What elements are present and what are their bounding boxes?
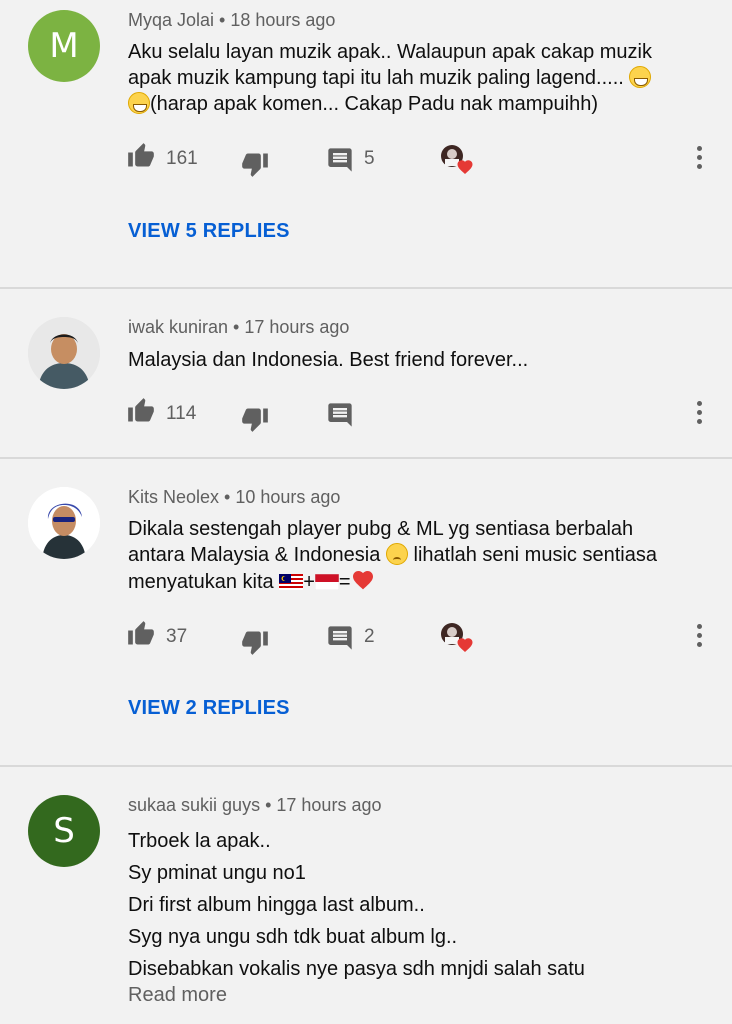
comment-line-wrap: apak muzik kampung tapi itu lah muzik pa…: [128, 65, 708, 91]
comment-line: menyatukan kita: [128, 571, 274, 593]
grinning-face-icon: [128, 92, 150, 114]
avatar[interactable]: S: [28, 795, 100, 867]
more-vert-icon[interactable]: [690, 624, 710, 650]
avatar[interactable]: M: [28, 10, 100, 82]
comment-text: Dikala sestengah player pubg & ML yg sen…: [128, 516, 708, 595]
comment-line: Dikala sestengah player pubg & ML yg sen…: [128, 518, 634, 540]
meta-separator: •: [228, 317, 245, 337]
meta-separator: •: [260, 795, 277, 815]
comment-line-wrap: (harap apak komen... Cakap Padu nak mamp…: [128, 91, 708, 117]
avatar-letter: S: [53, 811, 75, 851]
comment-text: Aku selalu layan muzik apak.. Walaupun a…: [128, 39, 708, 117]
reply-count: 5: [364, 148, 375, 169]
avatar[interactable]: [28, 317, 100, 389]
author-name[interactable]: Kits Neolex: [128, 487, 219, 507]
thumb-down-icon[interactable]: [241, 150, 269, 178]
comment-line: lihatlah seni music sentiasa: [413, 544, 657, 566]
meta-separator: •: [219, 487, 236, 507]
comment-icon[interactable]: [326, 146, 354, 174]
comment-meta: Kits Neolex • 10 hours ago: [128, 487, 340, 508]
malaysia-flag-icon: [279, 574, 304, 590]
comment-icon[interactable]: [326, 624, 354, 652]
comment-line: Aku selalu layan muzik apak.. Walaupun a…: [128, 41, 652, 63]
comment-line: Malaysia dan Indonesia. Best friend fore…: [128, 349, 529, 371]
comment-line: (harap apak komen... Cakap Padu nak mamp…: [150, 93, 599, 115]
comment-line: Disebabkan vokalis nye pasya sdh mnjdi s…: [128, 958, 585, 980]
like-count: 161: [166, 148, 198, 169]
author-name[interactable]: iwak kuniran: [128, 317, 228, 337]
comment-line-wrap: menyatukan kita + =: [128, 568, 708, 595]
grinning-face-icon: [629, 66, 652, 88]
comment-item: M Myqa Jolai • 18 hours ago Aku selalu l…: [0, 0, 732, 288]
more-vert-icon[interactable]: [690, 401, 710, 427]
red-heart-icon: [351, 568, 375, 592]
read-more-button[interactable]: Read more: [128, 984, 227, 1007]
like-count: 114: [166, 403, 197, 424]
view-replies-button[interactable]: VIEW 2 REPLIES: [128, 697, 290, 720]
comment-text: Trboek la apak.. Sy pminat ungu no1 Dri …: [128, 825, 708, 985]
author-name[interactable]: Myqa Jolai: [128, 10, 214, 30]
comment-icon[interactable]: [326, 401, 354, 429]
comment-item: S sukaa sukii guys • 17 hours ago Trboek…: [0, 767, 732, 1024]
equals-sign: =: [338, 571, 351, 593]
meta-separator: •: [214, 10, 231, 30]
view-replies-button[interactable]: VIEW 5 REPLIES: [128, 220, 290, 243]
more-vert-icon[interactable]: [690, 146, 710, 172]
creator-heart-icon: [438, 142, 474, 178]
plus-sign: +: [303, 571, 315, 593]
comment-time[interactable]: 18 hours ago: [230, 10, 335, 30]
reply-count: 2: [364, 626, 375, 647]
thumb-up-icon[interactable]: [127, 620, 155, 648]
comment-time[interactable]: 17 hours ago: [276, 795, 381, 815]
comment-line: antara Malaysia & Indonesia: [128, 544, 381, 566]
comment-time[interactable]: 10 hours ago: [235, 487, 340, 507]
author-name[interactable]: sukaa sukii guys: [128, 795, 260, 815]
avatar-image: [28, 317, 100, 389]
disappointed-face-icon: [385, 543, 408, 565]
avatar[interactable]: [28, 487, 100, 559]
thumb-down-icon[interactable]: [241, 628, 269, 656]
comment-meta: sukaa sukii guys • 17 hours ago: [128, 795, 381, 816]
comment-item: Kits Neolex • 10 hours ago Dikala sesten…: [0, 459, 732, 765]
creator-heart-icon: [438, 620, 474, 656]
thumb-up-icon[interactable]: [127, 142, 155, 170]
comment-text: Malaysia dan Indonesia. Best friend fore…: [128, 347, 708, 373]
comment-line: Sy pminat ungu no1: [128, 862, 306, 884]
indonesia-flag-icon: [314, 574, 339, 590]
avatar-letter: M: [49, 26, 79, 66]
thumb-down-icon[interactable]: [241, 405, 269, 433]
like-count: 37: [166, 626, 188, 647]
comment-line: Dri first album hingga last album..: [128, 894, 425, 916]
comment-line: apak muzik kampung tapi itu lah muzik pa…: [128, 67, 624, 89]
avatar-image: [28, 487, 100, 559]
comment-actions: 114: [0, 397, 732, 429]
comment-time[interactable]: 17 hours ago: [244, 317, 349, 337]
comment-meta: Myqa Jolai • 18 hours ago: [128, 10, 335, 31]
comment-actions: 37 2: [0, 620, 732, 652]
comment-line: Trboek la apak..: [128, 830, 271, 852]
comment-meta: iwak kuniran • 17 hours ago: [128, 317, 349, 338]
comment-line-wrap: antara Malaysia & Indonesia lihatlah sen…: [128, 542, 708, 568]
comment-actions: 161 5: [0, 142, 732, 174]
comment-item: iwak kuniran • 17 hours ago Malaysia dan…: [0, 289, 732, 457]
thumb-up-icon[interactable]: [127, 397, 155, 425]
comment-line: Syg nya ungu sdh tdk buat album lg..: [128, 926, 458, 948]
